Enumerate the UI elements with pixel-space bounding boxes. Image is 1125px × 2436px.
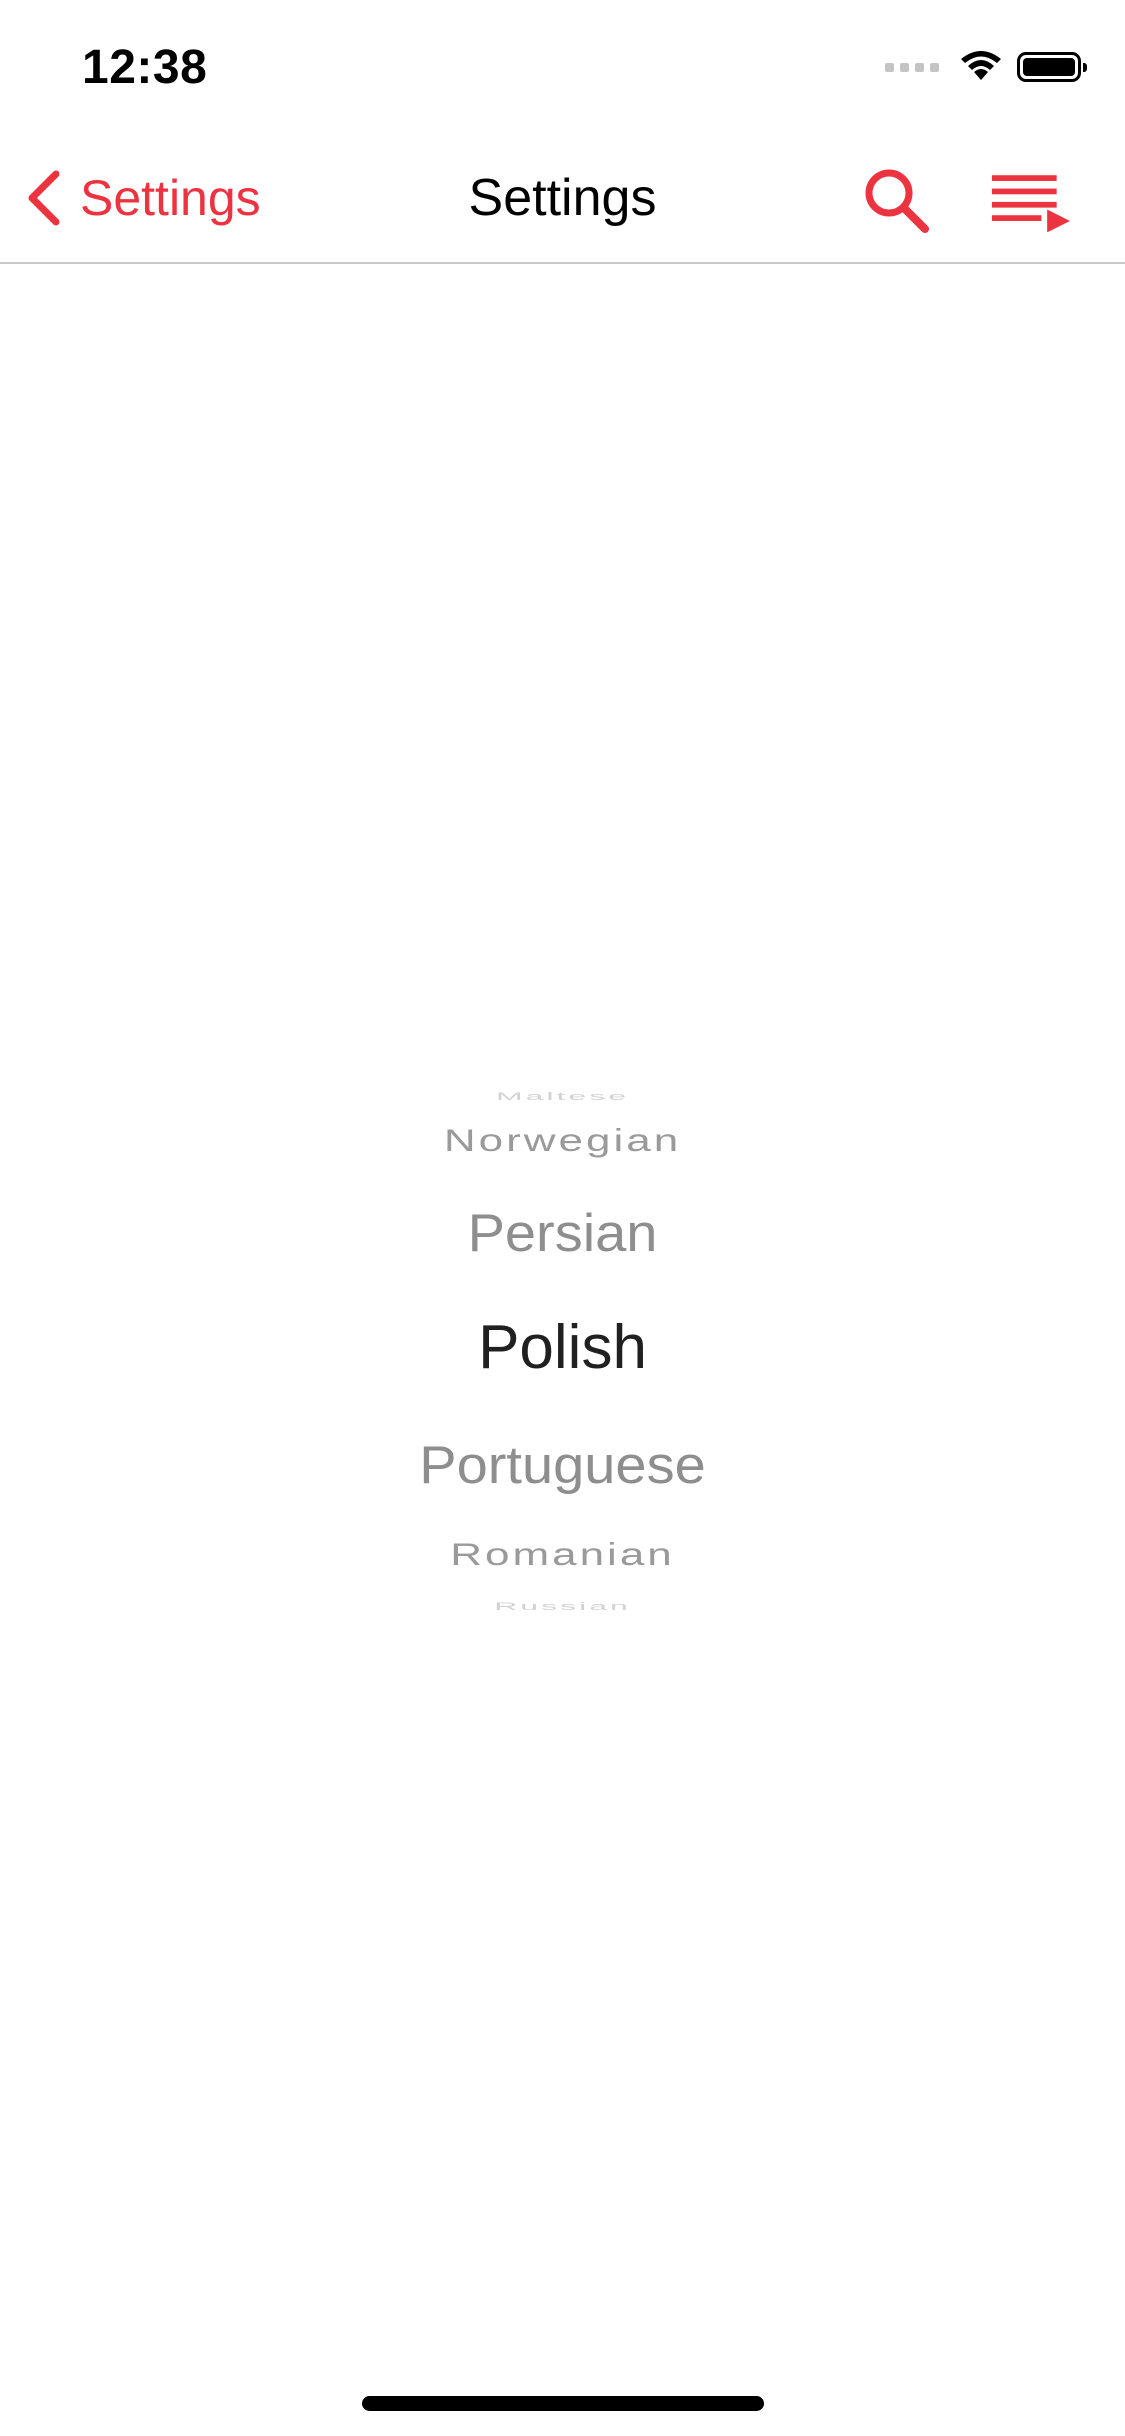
picker-item-norwegian[interactable]: Norwegian (0, 1123, 1125, 1159)
picker-item-romanian[interactable]: Romanian (0, 1537, 1125, 1573)
search-icon (865, 169, 929, 233)
cellular-signal-icon (885, 62, 939, 72)
status-time: 12:38 (82, 41, 208, 94)
language-picker[interactable]: Maltese Norwegian Persian Polish Portugu… (0, 1070, 1125, 1620)
play-queue-button[interactable] (990, 160, 1070, 240)
home-indicator[interactable] (362, 2396, 764, 2411)
status-icons (885, 50, 1087, 84)
picker-item-maltese[interactable]: Maltese (0, 1090, 1125, 1103)
status-bar: 12:38 (0, 0, 1125, 132)
picker-item-persian[interactable]: Persian (0, 1202, 1125, 1264)
picker-item-selected[interactable]: Polish (0, 1312, 1125, 1383)
wifi-icon (961, 51, 1001, 80)
battery-icon (1017, 52, 1087, 82)
picker-item-russian[interactable]: Russian (0, 1600, 1125, 1613)
picker-item-portuguese[interactable]: Portuguese (0, 1434, 1125, 1496)
play-queue-icon (991, 175, 1070, 232)
search-button[interactable] (856, 160, 936, 240)
navigation-bar: Settings Settings (0, 132, 1125, 264)
page-title: Settings (468, 169, 657, 227)
